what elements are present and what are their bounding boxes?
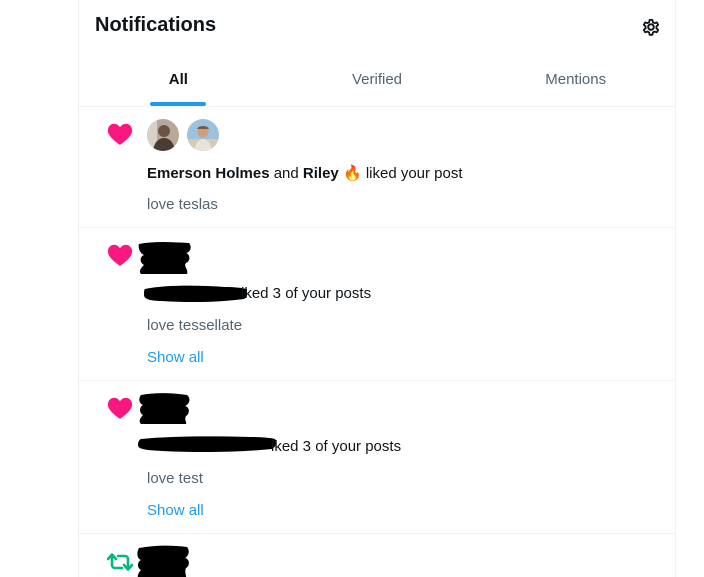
- header: Notifications: [79, 0, 675, 54]
- tab-all-label: All: [168, 71, 188, 88]
- avatar-photo-icon: [147, 119, 179, 151]
- notification-text: Emerson Holmes and Riley 🔥 liked your po…: [147, 164, 463, 182]
- notification-text: iked 3 of your posts: [271, 438, 402, 455]
- post-snippet: love tessellate: [147, 317, 243, 334]
- redaction-mark: [138, 393, 276, 453]
- tab-bar: All Verified Mentions: [79, 54, 675, 107]
- fire-emoji: 🔥: [342, 165, 362, 182]
- notification-item[interactable]: iked 3 of your posts love tessellate Sho…: [79, 228, 675, 381]
- user-name[interactable]: Riley: [303, 165, 339, 182]
- notification-item[interactable]: iked 3 of your posts love test Show all: [79, 381, 675, 534]
- tab-mentions-label: Mentions: [545, 71, 607, 88]
- redaction-mark: [137, 545, 189, 577]
- notification-item[interactable]: [79, 534, 675, 577]
- show-all-link[interactable]: Show all: [147, 502, 204, 519]
- tab-verified-label: Verified: [351, 71, 403, 88]
- redaction-mark: [138, 242, 247, 303]
- repost-icon: [107, 553, 133, 571]
- page-title: Notifications: [95, 14, 217, 36]
- show-all-link[interactable]: Show all: [147, 349, 204, 366]
- joiner-text: and: [273, 165, 299, 182]
- tab-verified[interactable]: Verified: [278, 54, 477, 106]
- heart-icon: [107, 397, 133, 419]
- avatar[interactable]: [147, 119, 179, 151]
- avatar-photo-icon: [187, 119, 219, 151]
- active-tab-indicator: [150, 102, 207, 106]
- avatar[interactable]: [187, 119, 219, 151]
- settings-gear-icon[interactable]: [639, 15, 663, 39]
- heart-icon: [107, 123, 133, 145]
- tab-all[interactable]: All: [79, 54, 278, 106]
- notification-text: iked 3 of your posts: [241, 285, 372, 302]
- heart-icon: [107, 244, 133, 266]
- post-snippet: love test: [147, 470, 203, 487]
- user-name[interactable]: Emerson Holmes: [147, 165, 270, 182]
- tab-mentions[interactable]: Mentions: [476, 54, 675, 106]
- notification-item[interactable]: Emerson Holmes and Riley 🔥 liked your po…: [79, 107, 675, 228]
- notifications-column: Notifications All Verified Mentions Emer…: [78, 0, 676, 577]
- post-snippet: love teslas: [147, 196, 218, 213]
- action-text: liked your post: [365, 165, 463, 182]
